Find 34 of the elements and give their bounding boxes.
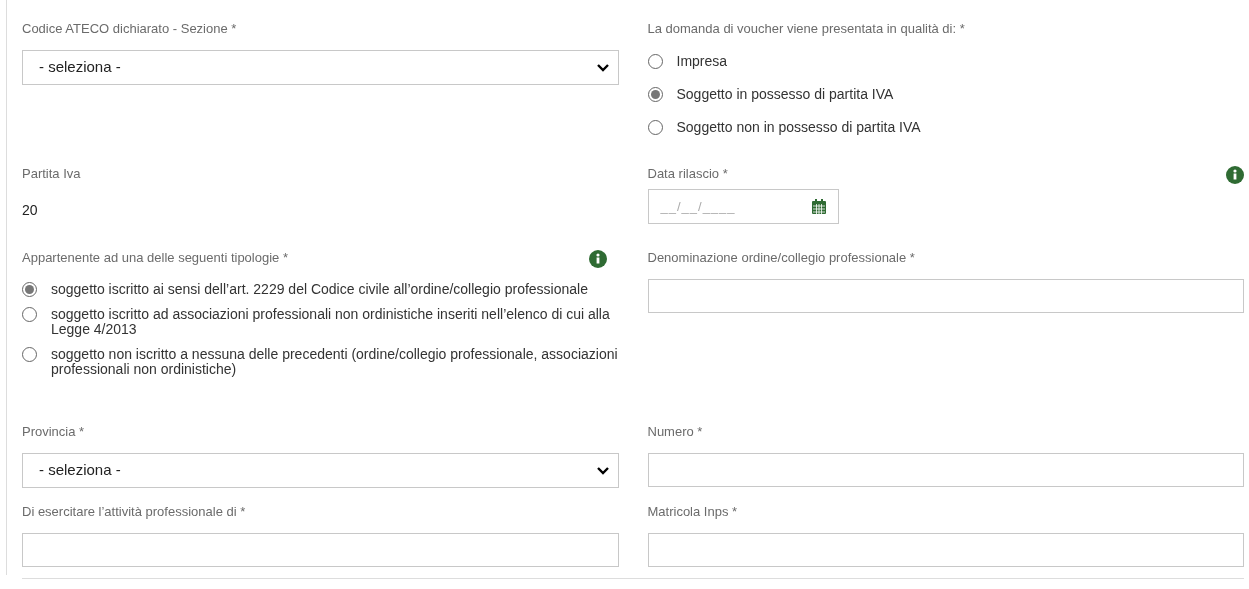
chevron-down-icon: [595, 62, 610, 73]
field-label: Data rilascio *: [647, 166, 728, 182]
calendar-icon[interactable]: [811, 199, 826, 214]
field-label: Partita Iva: [22, 166, 82, 182]
field-label: Di esercitare l’attività professionale di *: [22, 504, 247, 520]
field-label: Denominazione ordine/collegio professionale *: [647, 250, 916, 266]
radio-option[interactable]: Soggetto in possesso di partita IVA: [647, 87, 1244, 102]
field-label: Matricola Inps *: [647, 504, 739, 520]
radio-button[interactable]: [647, 87, 663, 102]
input-field[interactable]: [647, 279, 1244, 313]
radio-button[interactable]: [22, 307, 37, 322]
field-label: Appartenente ad una delle seguenti tipologie *: [22, 250, 288, 266]
radio-option[interactable]: soggetto iscritto ad associazioni professionali non ordinistiche inseriti nell’elenco di cui alla Legge 4/2013: [22, 307, 619, 337]
field-label: Numero *: [647, 424, 704, 440]
radio-button[interactable]: [647, 120, 663, 135]
input-field[interactable]: [22, 533, 619, 567]
field-value: 20: [22, 201, 39, 220]
radio-button[interactable]: [22, 347, 37, 362]
info-icon[interactable]: [1226, 166, 1244, 184]
field-label: Provincia *: [22, 424, 86, 440]
radio-option[interactable]: soggetto non iscritto a nessuna delle precedenti (ordine/collegio professionale, associazioni professionali non ordinistiche): [22, 347, 619, 377]
select-field[interactable]: - seleziona -: [22, 453, 619, 488]
info-icon[interactable]: [588, 250, 607, 268]
input-field[interactable]: [647, 453, 1244, 487]
radio-button[interactable]: [647, 54, 663, 69]
input-field[interactable]: [647, 533, 1244, 567]
radio-option[interactable]: soggetto iscritto ai sensi dell’art. 2229 del Codice civile all’ordine/collegio professionale: [22, 282, 619, 297]
radio-option[interactable]: Impresa: [647, 54, 1244, 69]
chevron-down-icon: [595, 465, 610, 476]
field-label: La domanda di voucher viene presentata in qualità di: *: [647, 21, 966, 37]
field-label: Codice ATECO dichiarato - Sezione *: [22, 21, 238, 37]
select-field[interactable]: - seleziona -: [22, 50, 619, 85]
radio-option[interactable]: Soggetto non in possesso di partita IVA: [647, 120, 1244, 135]
radio-button[interactable]: [22, 282, 37, 297]
